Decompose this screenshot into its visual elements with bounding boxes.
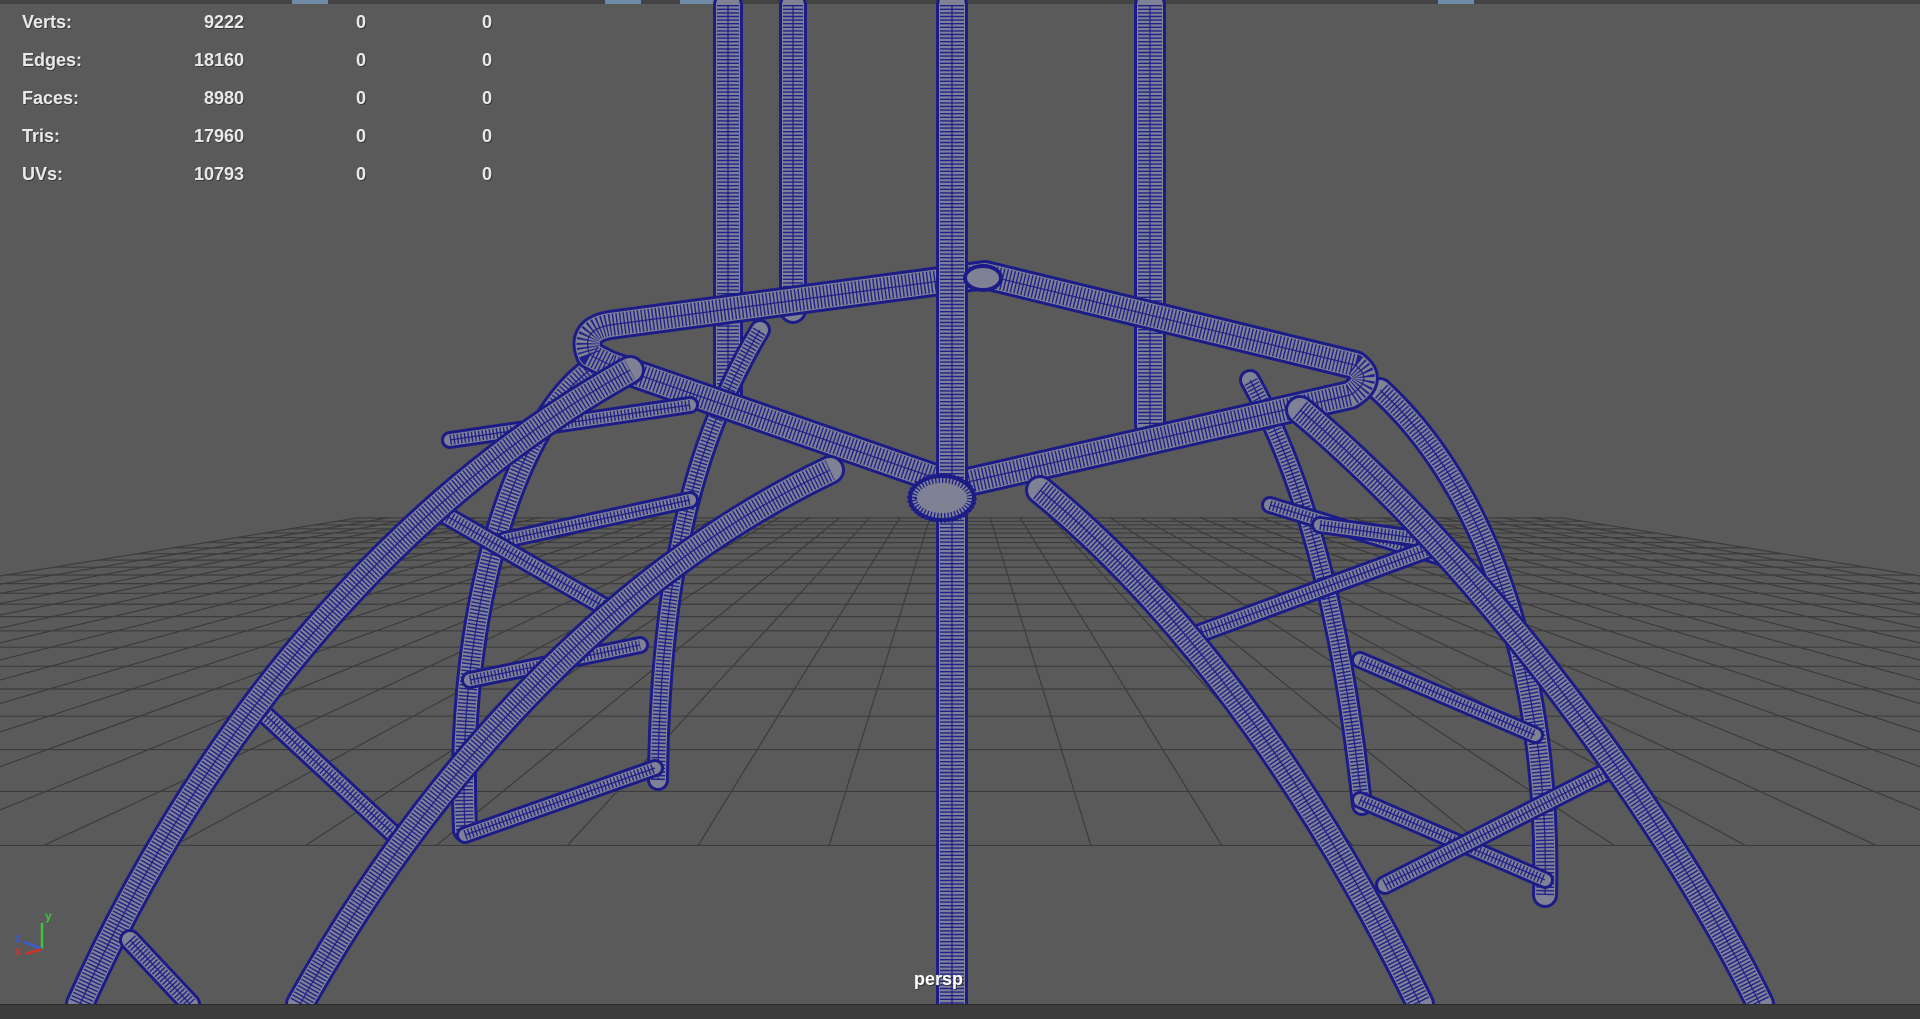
hud-row-verts: Verts: 9222 0 0 <box>22 6 502 44</box>
tube-wire-seam <box>129 939 191 1004</box>
hud-row-faces: Faces: 8980 0 0 <box>22 82 502 120</box>
hud-value-selected: 0 <box>355 164 366 184</box>
hud-value-selected: 0 <box>355 126 366 146</box>
rung-left-6 <box>250 700 410 850</box>
axis-gizmo-icon: y z x <box>15 909 52 955</box>
hud-value-selected-alt: 0 <box>481 12 492 32</box>
hud-value-total: 8980 <box>203 88 244 108</box>
hud-value-selected: 0 <box>355 50 366 70</box>
hud-value-selected: 0 <box>355 12 366 32</box>
x-axis-label: x <box>15 944 22 955</box>
hud-value-selected-alt: 0 <box>481 126 492 146</box>
hud-value-total: 17960 <box>193 126 244 146</box>
hud-row-uvs: UVs: 10793 0 0 <box>22 158 502 196</box>
hud-value-total: 18160 <box>193 50 244 70</box>
z-axis-line <box>23 940 43 951</box>
hud-value-selected-alt: 0 <box>481 50 492 70</box>
hub-back <box>963 264 1003 292</box>
hud-label: UVs: <box>22 164 64 184</box>
camera-name-label: persp <box>914 969 964 989</box>
hud-row-tris: Tris: 17960 0 0 <box>22 120 502 158</box>
z-axis-label: z <box>15 931 21 945</box>
hud-label: Edges: <box>22 50 83 70</box>
perspective-viewport[interactable]: Verts: 9222 0 0 Edges: 18160 0 0 Faces: … <box>0 0 1920 1004</box>
hud-value-selected-alt: 0 <box>481 88 492 108</box>
x-axis-line <box>25 947 43 955</box>
hud-value-total: 10793 <box>193 164 244 184</box>
poly-count-hud: Verts: 9222 0 0 Edges: 18160 0 0 Faces: … <box>22 6 502 196</box>
y-axis-label: y <box>45 909 52 923</box>
rung-left-low <box>119 929 201 1004</box>
hud-value-selected-alt: 0 <box>481 164 492 184</box>
tube-wire-seam <box>464 767 656 836</box>
tube-wire-seam <box>504 499 691 541</box>
tube-wire-seam <box>259 709 401 841</box>
rung-left-4 <box>456 759 664 844</box>
hud-value-total: 9222 <box>203 12 244 32</box>
viewport-bottom-border <box>0 1004 1920 1019</box>
rung-left-2 <box>496 491 699 549</box>
hud-label: Faces: <box>22 88 80 108</box>
hud-label: Verts: <box>22 12 73 32</box>
hud-row-edges: Edges: 18160 0 0 <box>22 44 502 82</box>
hud-value-selected: 0 <box>355 88 366 108</box>
hud-label: Tris: <box>22 126 61 146</box>
